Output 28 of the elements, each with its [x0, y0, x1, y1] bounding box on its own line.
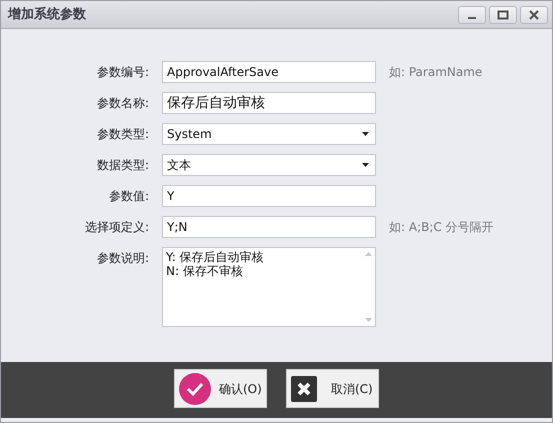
input-field[interactable]: ApprovalAfterSave [162, 61, 376, 83]
window-title: 增加系统参数 [8, 6, 87, 24]
close-icon [291, 376, 317, 402]
check-icon [179, 372, 211, 404]
field-label: 参数值: [108, 188, 149, 205]
field-label: 参数名称: [96, 95, 149, 112]
field-label: 参数说明: [96, 250, 149, 267]
field-label: 选择项定义: [84, 219, 149, 236]
dropdown[interactable]: 文本 [162, 154, 376, 176]
minimize-button[interactable] [458, 6, 486, 24]
field-label: 参数编号: [96, 64, 149, 81]
dropdown-arrow-icon [362, 132, 369, 136]
input-field[interactable]: Y [162, 185, 376, 207]
hint-text: 如: A;B;C 分号隔开 [388, 219, 494, 236]
cancel-button[interactable]: 取消(C) [286, 369, 379, 408]
maximize-icon [497, 8, 509, 20]
field-label: 参数类型: [96, 126, 149, 143]
hint-text: 如: ParamName [388, 64, 482, 81]
close-button[interactable] [520, 6, 548, 24]
field-label: 数据类型: [96, 157, 149, 174]
dropdown-arrow-icon [362, 163, 369, 167]
minimize-icon [468, 16, 476, 18]
maximize-button[interactable] [489, 6, 517, 24]
confirm-button[interactable]: 确认(O) [174, 369, 267, 408]
dropdown[interactable]: System [162, 123, 376, 145]
close-icon [528, 8, 540, 20]
input-field[interactable]: Y;N [162, 216, 376, 238]
input-field[interactable]: 保存后自动审核 [162, 92, 376, 114]
